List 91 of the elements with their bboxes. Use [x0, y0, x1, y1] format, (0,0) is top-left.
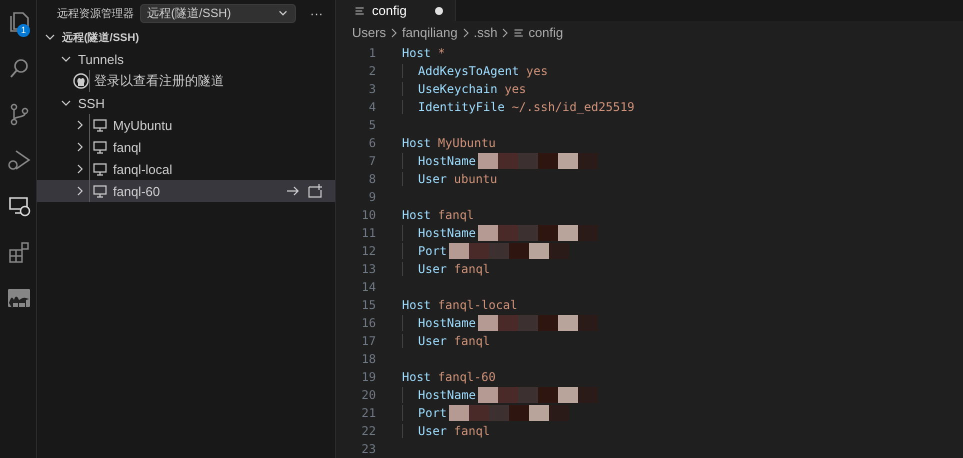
line-number: 1 — [368, 46, 377, 60]
code-keyword: IdentityFile — [418, 100, 505, 114]
code-keyword: User — [418, 262, 447, 276]
code-value: MyUbuntu — [438, 136, 496, 150]
run-debug-icon[interactable] — [7, 148, 31, 172]
line-number: 9 — [368, 190, 377, 204]
code-keyword: User — [418, 334, 447, 348]
code-value: fanql-60 — [438, 370, 496, 384]
code-value: fanql — [454, 424, 490, 438]
line-number: 13 — [360, 262, 377, 276]
tree-item[interactable]: fanql — [37, 136, 335, 158]
line-number: 4 — [368, 100, 377, 114]
tree-item[interactable]: 登录以查看注册的隧道 — [37, 70, 335, 92]
view-dropdown[interactable]: 远程(隧道/SSH) — [140, 4, 296, 22]
code-keyword: Host — [402, 208, 431, 222]
code-value: yes — [526, 64, 548, 78]
line-number: 23 — [360, 442, 377, 456]
line-number: 8 — [368, 172, 377, 186]
code-value: ~/.ssh/id_ed25519 — [512, 100, 635, 114]
files-icon[interactable] — [7, 10, 31, 34]
section-title[interactable]: 远程(隧道/SSH) — [62, 30, 139, 44]
chevron-right-icon — [388, 28, 399, 38]
notification-badge: 1 — [17, 24, 30, 37]
more-actions-button[interactable]: ··· — [310, 6, 327, 20]
line-number: 6 — [368, 136, 377, 150]
line-number: 20 — [360, 388, 377, 402]
code-keyword: Host — [402, 370, 431, 384]
monitor-icon — [92, 161, 108, 177]
code-keyword: Port — [418, 406, 447, 420]
tree-label: 登录以查看注册的隧道 — [94, 72, 224, 90]
code-keyword: Host — [402, 136, 431, 150]
chevron-right-icon — [460, 28, 471, 38]
code-keyword: HostName — [418, 154, 476, 168]
line-number: 19 — [360, 370, 377, 384]
extensions-icon[interactable] — [7, 240, 31, 264]
line-number: 2 — [368, 64, 377, 78]
code-value: * — [438, 46, 446, 60]
line-number: 22 — [360, 424, 377, 438]
tree-item[interactable]: SSH — [37, 92, 335, 114]
line-number: 10 — [360, 208, 377, 222]
line-number: 18 — [360, 352, 377, 366]
tree-label: MyUbuntu — [113, 118, 172, 132]
line-number: 14 — [360, 280, 377, 294]
breadcrumb[interactable]: config — [528, 25, 564, 40]
breadcrumb[interactable]: .ssh — [474, 25, 498, 40]
code-keyword: Host — [402, 46, 431, 60]
tree-label: fanql-local — [113, 162, 172, 176]
new-window-icon[interactable] — [307, 183, 323, 199]
code-keyword: Port — [418, 244, 447, 258]
unsaved-dot-icon — [435, 6, 443, 15]
code-keyword: Host — [402, 298, 431, 312]
tree-label: fanql-60 — [113, 184, 160, 198]
tree-label: SSH — [78, 96, 105, 110]
code-keyword: HostName — [418, 316, 476, 330]
lines-icon — [354, 4, 366, 17]
code-value: fanql — [438, 208, 474, 222]
code-value: fanql-local — [438, 298, 518, 312]
code-value: ubuntu — [454, 172, 498, 186]
code-value: yes — [504, 82, 526, 96]
line-number: 17 — [360, 334, 377, 348]
line-number: 16 — [360, 316, 377, 330]
line-number: 5 — [368, 118, 377, 132]
tree-item[interactable]: MyUbuntu — [37, 114, 335, 136]
tree-item[interactable]: Tunnels — [37, 48, 335, 70]
tree-item[interactable]: fanql-60 — [37, 180, 335, 202]
code-value: fanql — [454, 262, 490, 276]
code-keyword: UseKeychain — [418, 82, 498, 96]
tree-label: Tunnels — [78, 52, 124, 66]
line-number: 15 — [360, 298, 377, 312]
monitor-icon — [92, 183, 108, 199]
breadcrumb[interactable]: Users — [352, 25, 386, 40]
monitor-icon — [92, 117, 108, 133]
monitor-icon — [92, 139, 108, 155]
code-keyword: HostName — [418, 226, 476, 240]
line-number: 3 — [368, 82, 377, 96]
lines-icon — [513, 26, 526, 39]
code-keyword: AddKeysToAgent — [418, 64, 520, 78]
remote-icon[interactable] — [7, 194, 31, 218]
sidebar-title: 远程资源管理器 — [57, 6, 134, 20]
chevron-right-icon — [500, 28, 510, 38]
code-value: fanql — [454, 334, 490, 348]
line-number: 11 — [360, 226, 377, 240]
code-keyword: User — [418, 172, 447, 186]
tree-label: fanql — [113, 140, 142, 154]
breadcrumb[interactable]: fanqiliang — [402, 25, 458, 40]
code-keyword: HostName — [418, 388, 476, 402]
line-number: 7 — [368, 154, 377, 168]
code-keyword: User — [418, 424, 447, 438]
line-number: 12 — [360, 244, 377, 258]
line-number: 21 — [360, 406, 377, 420]
editor-tab[interactable]: config — [336, 0, 456, 22]
